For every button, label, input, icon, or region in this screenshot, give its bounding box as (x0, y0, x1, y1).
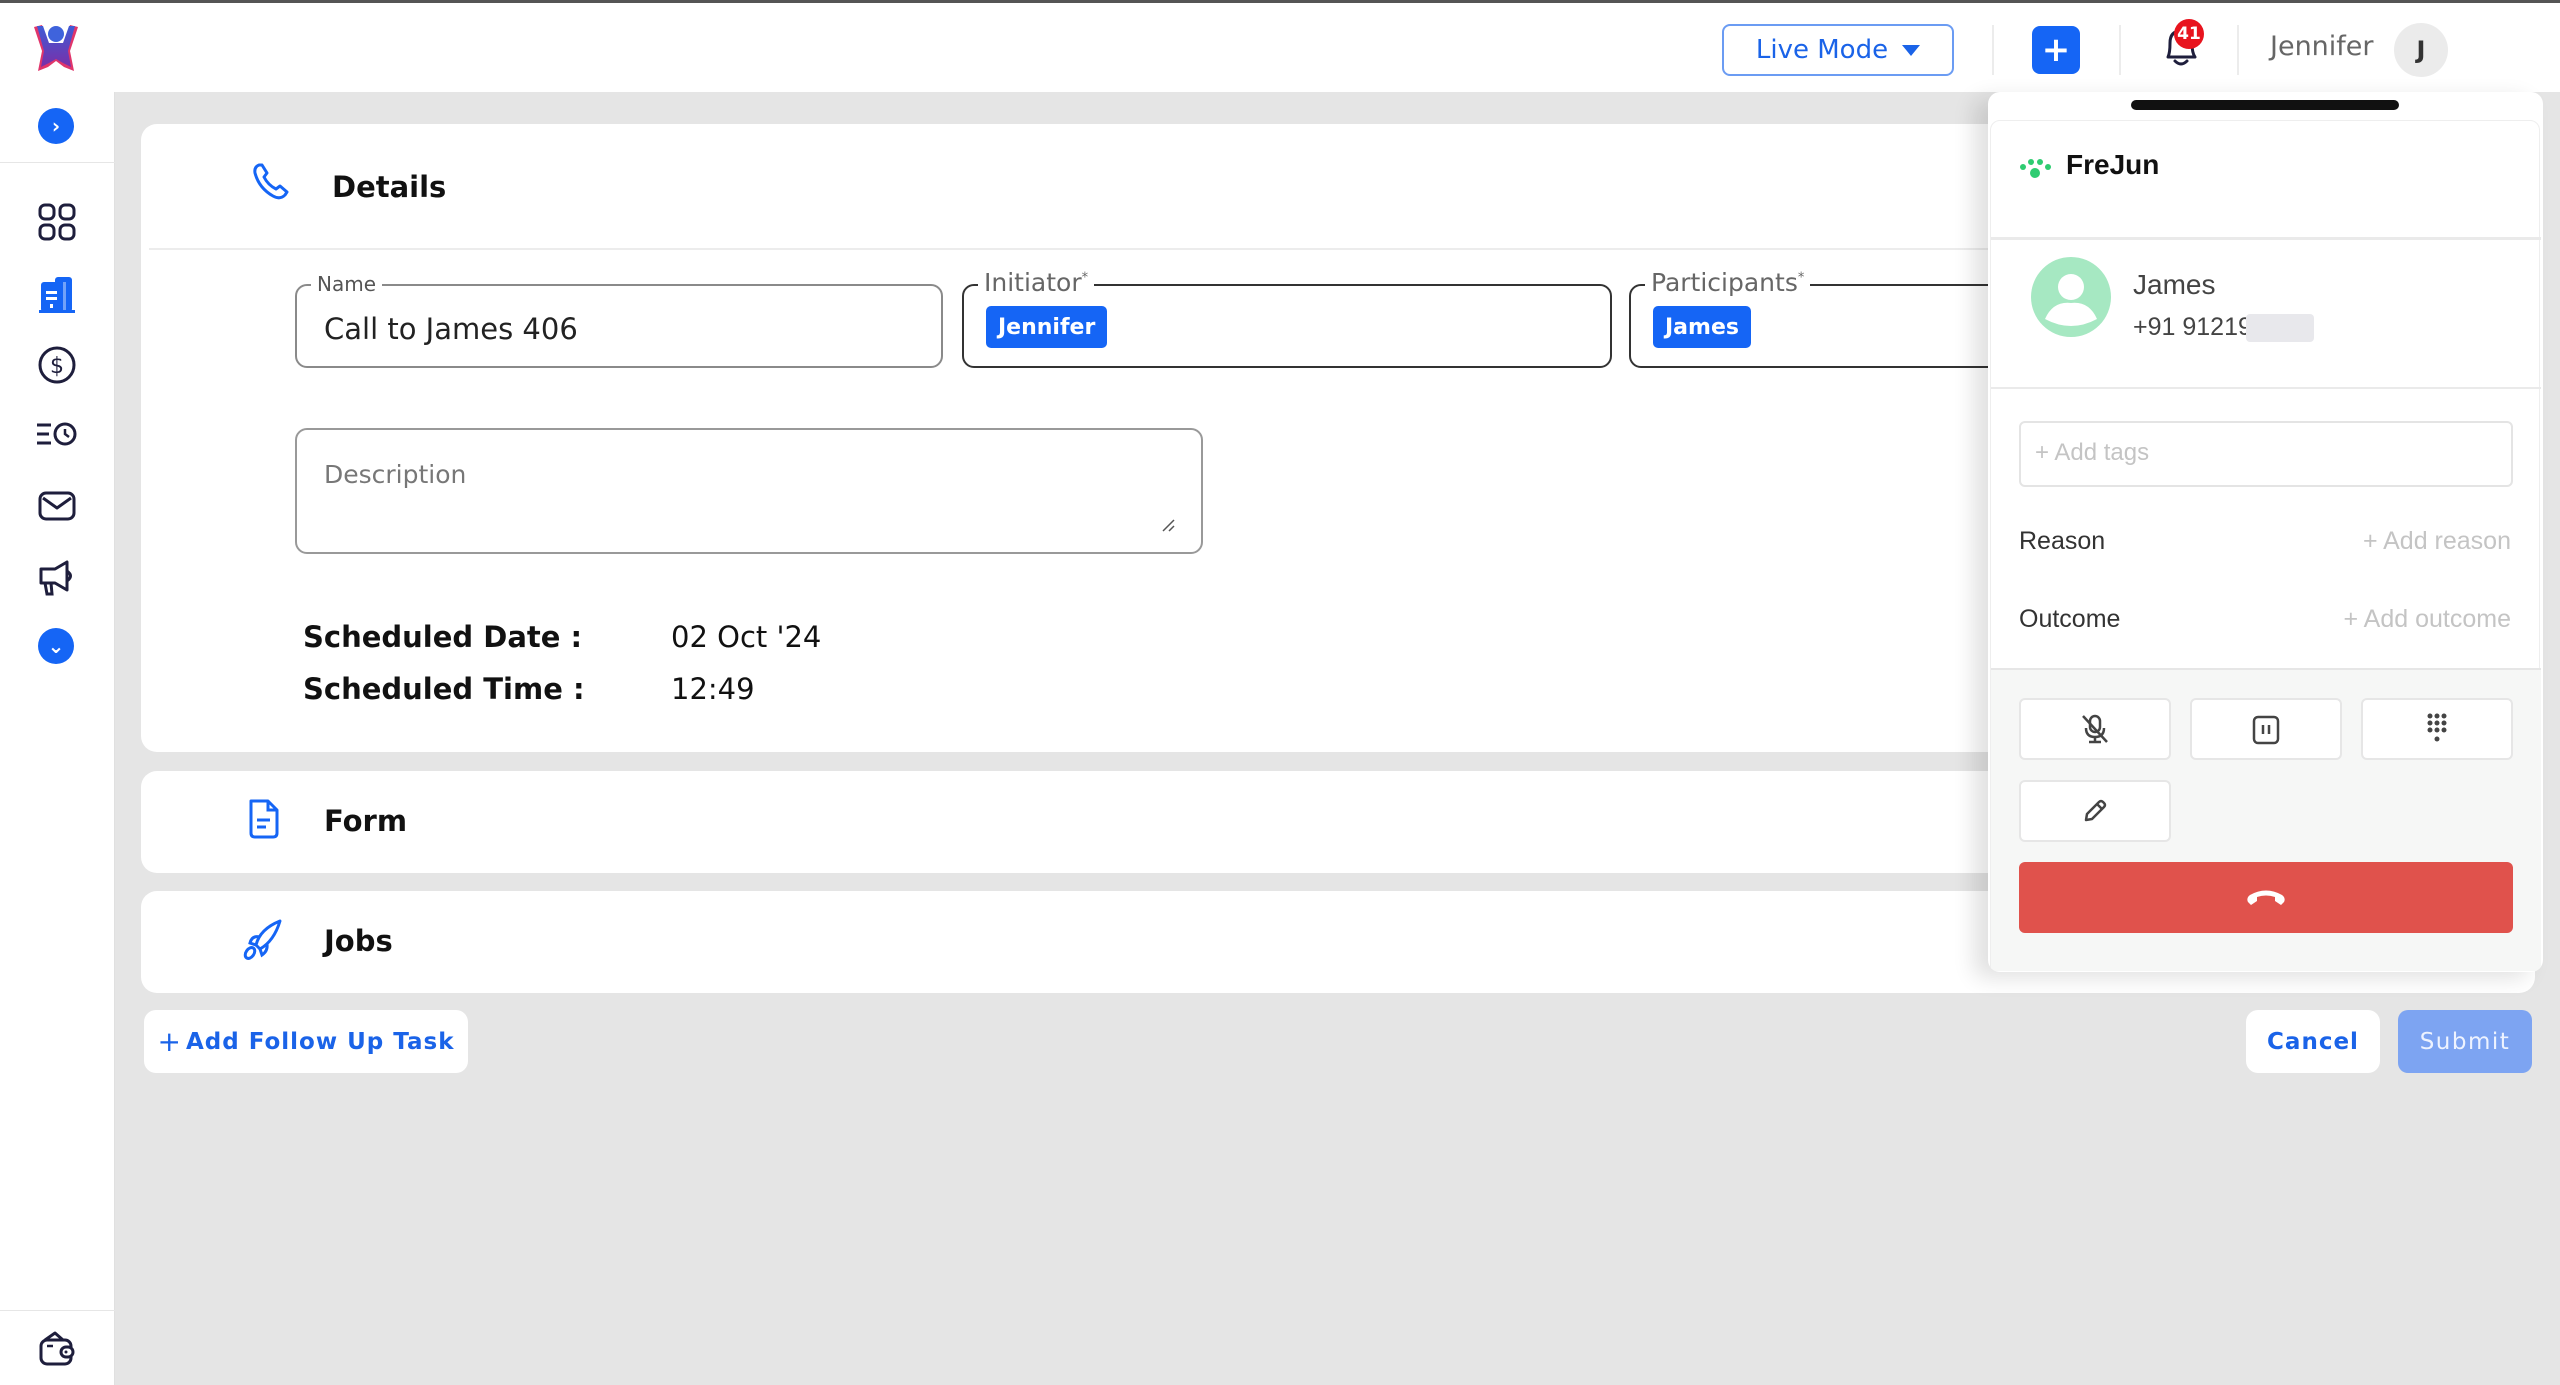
live-mode-label: Live Mode (1755, 35, 1889, 65)
schedule-list-icon (37, 422, 77, 446)
keypad-button[interactable] (2361, 698, 2513, 760)
phone-hangup-icon (2247, 890, 2285, 905)
sidebar-expand-button[interactable]: › (38, 108, 74, 144)
building-icon (39, 277, 75, 313)
scheduled-time-value: 12:49 (671, 672, 755, 706)
pencil-icon (2084, 799, 2107, 822)
hold-button[interactable] (2190, 698, 2342, 760)
dialpad-icon (2427, 713, 2447, 742)
submit-button[interactable]: Submit (2398, 1010, 2532, 1073)
sidebar-item-activities[interactable] (35, 412, 79, 456)
notes-button[interactable] (2019, 780, 2171, 842)
sidebar-more-button[interactable]: ⌄ (38, 628, 74, 664)
user-name[interactable]: Jennifer (2270, 31, 2374, 62)
name-field[interactable]: Name Call to James 406 (295, 272, 943, 368)
scheduled-date-value: 02 Oct '24 (671, 620, 822, 654)
contact-avatar (2031, 257, 2111, 337)
live-mode-dropdown[interactable]: Live Mode (1722, 24, 1954, 76)
frejun-brand: FreJun (2066, 149, 2160, 180)
name-label: Name (311, 272, 383, 296)
drag-handle[interactable] (2131, 100, 2399, 110)
sidebar-item-wallet[interactable] (35, 1326, 79, 1370)
chevron-right-icon: › (51, 114, 61, 138)
scheduled-time-label: Scheduled Time : (303, 672, 585, 706)
sidebar: › $ ⌄ (0, 92, 115, 1385)
caret-down-icon (1902, 44, 1921, 56)
sidebar-item-mail[interactable] (35, 484, 79, 528)
phone-icon (253, 163, 289, 200)
mail-icon (38, 491, 76, 521)
name-value: Call to James 406 (324, 312, 578, 346)
participants-chip[interactable]: James (1653, 306, 1751, 348)
phone-redacted (2246, 314, 2314, 342)
megaphone-icon (39, 560, 72, 596)
hang-up-button[interactable] (2019, 862, 2513, 933)
app-logo[interactable] (28, 21, 84, 77)
wallet-icon (39, 1331, 75, 1366)
initiator-field[interactable]: Initiator* Jennifer (962, 268, 1612, 368)
dialer-body: FreJun James +91 912192 + Add tags Reaso… (1990, 120, 2541, 971)
frejun-dialer-panel: FreJun James +91 912192 + Add tags Reaso… (1988, 92, 2543, 972)
dialer-divider (1991, 387, 2541, 389)
add-follow-up-label: Add Follow Up Task (185, 1028, 455, 1055)
user-initial: J (2416, 36, 2426, 64)
header-divider (1992, 25, 1994, 75)
rocket-icon (243, 919, 282, 960)
person-icon (2045, 274, 2097, 326)
plus-icon: + (157, 1025, 182, 1058)
frejun-logo-icon (2020, 159, 2051, 178)
initiator-chip[interactable]: Jennifer (986, 306, 1108, 348)
cancel-button[interactable]: Cancel (2246, 1010, 2380, 1073)
header-divider (2237, 25, 2239, 75)
sidebar-divider (0, 162, 115, 163)
reason-label: Reason (2019, 527, 2106, 555)
dialer-divider (1991, 237, 2541, 240)
sidebar-item-companies[interactable] (35, 272, 79, 316)
initiator-label: Initiator* (978, 268, 1095, 297)
header-divider (2119, 25, 2121, 75)
svg-text:$: $ (50, 354, 64, 379)
resize-handle-icon[interactable] (1161, 518, 1175, 532)
sidebar-item-finance[interactable]: $ (35, 343, 79, 387)
dollar-icon: $ (38, 346, 76, 384)
add-reason-link[interactable]: + Add reason (2363, 527, 2511, 556)
description-placeholder: Description (324, 460, 467, 489)
contact-name: James (2133, 269, 2216, 300)
sidebar-item-dashboard[interactable] (35, 200, 79, 244)
participants-label: Participants* (1645, 268, 1811, 297)
jobs-title: Jobs (324, 924, 393, 958)
pause-icon (2252, 715, 2280, 745)
scheduled-date-label: Scheduled Date : (303, 620, 583, 654)
details-title[interactable]: Details (332, 170, 446, 204)
document-icon (249, 799, 279, 839)
notification-count-badge: 41 (2174, 19, 2204, 49)
plus-icon: + (2041, 30, 2071, 70)
chevron-down-icon: ⌄ (47, 634, 65, 658)
user-avatar[interactable]: J (2394, 23, 2448, 77)
description-textarea[interactable]: Description (295, 428, 1203, 554)
call-controls (1991, 668, 2541, 971)
sidebar-item-campaigns[interactable] (35, 555, 79, 599)
add-outcome-link[interactable]: + Add outcome (2344, 605, 2511, 634)
form-title: Form (324, 804, 408, 838)
mic-off-icon (2082, 714, 2108, 744)
mute-button[interactable] (2019, 698, 2171, 760)
outcome-label: Outcome (2019, 605, 2121, 633)
top-header: Live Mode + 41 Jennifer J (0, 3, 2560, 92)
add-new-button[interactable]: + (2032, 26, 2080, 74)
add-follow-up-task-button[interactable]: + Add Follow Up Task (144, 1010, 468, 1073)
dashboard-grid-icon (38, 203, 76, 241)
sidebar-divider (0, 1310, 115, 1311)
add-tags-input[interactable]: + Add tags (2019, 421, 2513, 487)
